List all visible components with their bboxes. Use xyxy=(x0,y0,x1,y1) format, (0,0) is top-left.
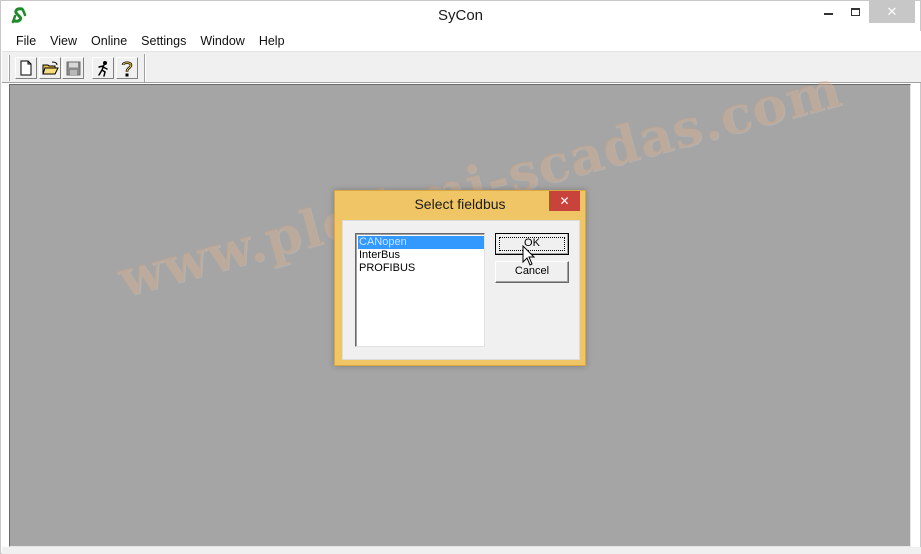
title-bar[interactable]: SyCon ✕ xyxy=(1,1,920,31)
sycon-window: SyCon ✕ File View Online Settings Window… xyxy=(0,0,921,554)
dialog-title: Select fieldbus xyxy=(414,196,506,212)
save-disk-icon xyxy=(66,61,80,75)
new-file-button[interactable] xyxy=(15,57,37,79)
menu-online[interactable]: Online xyxy=(84,31,134,51)
toolbar-grip[interactable] xyxy=(8,55,10,81)
close-button[interactable]: ✕ xyxy=(869,1,915,23)
open-folder-icon xyxy=(41,61,59,74)
window-title: SyCon xyxy=(437,7,484,24)
bottom-strip xyxy=(2,547,921,554)
minimize-button[interactable] xyxy=(815,1,842,23)
menu-help[interactable]: Help xyxy=(252,31,292,51)
minimize-icon xyxy=(824,13,833,15)
toolbar xyxy=(2,52,921,83)
list-item-profibus[interactable]: PROFIBUS xyxy=(358,262,484,275)
fieldbus-listbox[interactable]: CANopen InterBus PROFIBUS xyxy=(355,233,485,347)
close-icon: ✕ xyxy=(886,4,898,20)
run-button[interactable] xyxy=(92,57,114,79)
maximize-button[interactable] xyxy=(842,1,869,23)
menu-bar: File View Online Settings Window Help xyxy=(2,31,921,51)
open-button[interactable] xyxy=(39,57,61,79)
list-item-interbus[interactable]: InterBus xyxy=(358,249,484,262)
save-button[interactable] xyxy=(62,57,84,79)
select-fieldbus-dialog: Select fieldbus ✕ CANopen InterBus PROFI… xyxy=(334,190,586,366)
new-file-icon xyxy=(20,60,32,76)
dialog-body: CANopen InterBus PROFIBUS OK Cancel xyxy=(342,220,580,360)
maximize-icon xyxy=(851,8,860,16)
dialog-close-button[interactable]: ✕ xyxy=(549,191,580,211)
menu-window[interactable]: Window xyxy=(193,31,251,51)
menu-view[interactable]: View xyxy=(43,31,84,51)
list-item-canopen[interactable]: CANopen xyxy=(358,236,484,249)
mouse-cursor-icon xyxy=(522,245,536,266)
toolbar-divider xyxy=(144,54,146,82)
running-man-icon xyxy=(98,60,108,77)
close-icon: ✕ xyxy=(559,194,570,208)
help-question-icon xyxy=(121,61,133,76)
menu-settings[interactable]: Settings xyxy=(134,31,193,51)
menu-file[interactable]: File xyxy=(9,31,43,51)
help-button[interactable] xyxy=(116,57,138,79)
